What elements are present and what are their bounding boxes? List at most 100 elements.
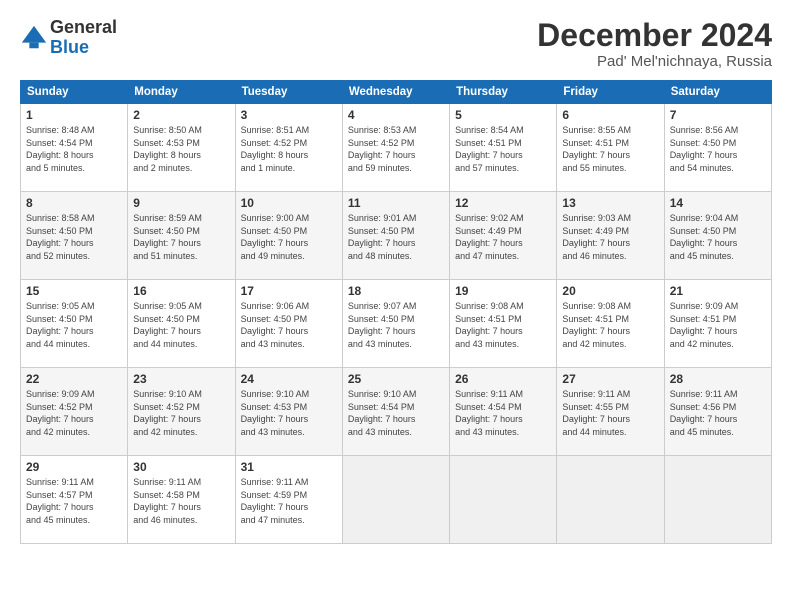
day-cell: 14 Sunrise: 9:04 AM Sunset: 4:50 PM Dayli…: [664, 192, 771, 280]
day-number: 28: [670, 372, 766, 386]
day-info: Sunrise: 9:10 AM Sunset: 4:53 PM Dayligh…: [241, 388, 337, 438]
day-cell: 7Sunrise: 8:56 AM Sunset: 4:50 PM Daylig…: [664, 104, 771, 192]
calendar-title: December 2024: [537, 18, 772, 53]
day-number: 16: [133, 284, 229, 298]
header-row: SundayMondayTuesdayWednesdayThursdayFrid…: [21, 81, 772, 104]
col-header-friday: Friday: [557, 81, 664, 104]
title-block: December 2024 Pad' Mel'nichnaya, Russia: [537, 18, 772, 70]
day-info: Sunrise: 9:06 AM Sunset: 4:50 PM Dayligh…: [241, 300, 337, 350]
day-info: Sunrise: 9:05 AM Sunset: 4:50 PM Dayligh…: [133, 300, 229, 350]
day-info: Sunrise: 9:11 AM Sunset: 4:56 PM Dayligh…: [670, 388, 766, 438]
day-number: 4: [348, 108, 444, 122]
day-number: 8: [26, 196, 122, 210]
day-cell: 18 Sunrise: 9:07 AM Sunset: 4:50 PM Dayli…: [342, 280, 449, 368]
week-row-4: 22Sunrise: 9:09 AM Sunset: 4:52 PM Dayli…: [21, 368, 772, 456]
day-info: Sunrise: 8:48 AM Sunset: 4:54 PM Dayligh…: [26, 124, 122, 174]
logo-icon: [20, 24, 48, 52]
day-number: 12: [455, 196, 551, 210]
day-cell: 8 Sunrise: 8:58 AM Sunset: 4:50 PM Daylig…: [21, 192, 128, 280]
day-number: 27: [562, 372, 658, 386]
day-info: Sunrise: 8:55 AM Sunset: 4:51 PM Dayligh…: [562, 124, 658, 174]
day-cell: 24Sunrise: 9:10 AM Sunset: 4:53 PM Dayli…: [235, 368, 342, 456]
day-cell: 19Sunrise: 9:08 AM Sunset: 4:51 PM Dayli…: [450, 280, 557, 368]
day-cell: 1 Sunrise: 8:48 AM Sunset: 4:54 PM Daylig…: [21, 104, 128, 192]
col-header-saturday: Saturday: [664, 81, 771, 104]
day-number: 23: [133, 372, 229, 386]
week-row-1: 1 Sunrise: 8:48 AM Sunset: 4:54 PM Daylig…: [21, 104, 772, 192]
day-cell: 30 Sunrise: 9:11 AM Sunset: 4:58 PM Dayli…: [128, 456, 235, 544]
day-info: Sunrise: 8:50 AM Sunset: 4:53 PM Dayligh…: [133, 124, 229, 174]
day-info: Sunrise: 9:11 AM Sunset: 4:55 PM Dayligh…: [562, 388, 658, 438]
day-cell: 22Sunrise: 9:09 AM Sunset: 4:52 PM Dayli…: [21, 368, 128, 456]
day-number: 30: [133, 460, 229, 474]
day-number: 15: [26, 284, 122, 298]
day-cell: 13Sunrise: 9:03 AM Sunset: 4:49 PM Dayli…: [557, 192, 664, 280]
day-cell: 3 Sunrise: 8:51 AM Sunset: 4:52 PM Daylig…: [235, 104, 342, 192]
day-number: 10: [241, 196, 337, 210]
calendar-subtitle: Pad' Mel'nichnaya, Russia: [537, 53, 772, 70]
day-info: Sunrise: 9:03 AM Sunset: 4:49 PM Dayligh…: [562, 212, 658, 262]
col-header-thursday: Thursday: [450, 81, 557, 104]
day-info: Sunrise: 8:58 AM Sunset: 4:50 PM Dayligh…: [26, 212, 122, 262]
day-number: 29: [26, 460, 122, 474]
day-cell: 27 Sunrise: 9:11 AM Sunset: 4:55 PM Dayli…: [557, 368, 664, 456]
day-cell: 12Sunrise: 9:02 AM Sunset: 4:49 PM Dayli…: [450, 192, 557, 280]
day-info: Sunrise: 9:07 AM Sunset: 4:50 PM Dayligh…: [348, 300, 444, 350]
day-cell: 25 Sunrise: 9:10 AM Sunset: 4:54 PM Dayli…: [342, 368, 449, 456]
day-number: 9: [133, 196, 229, 210]
day-cell: 29 Sunrise: 9:11 AM Sunset: 4:57 PM Dayli…: [21, 456, 128, 544]
day-number: 11: [348, 196, 444, 210]
day-number: 18: [348, 284, 444, 298]
day-cell: 4Sunrise: 8:53 AM Sunset: 4:52 PM Daylig…: [342, 104, 449, 192]
page: General Blue December 2024 Pad' Mel'nich…: [0, 0, 792, 612]
day-cell: 31 Sunrise: 9:11 AM Sunset: 4:59 PM Dayli…: [235, 456, 342, 544]
day-number: 25: [348, 372, 444, 386]
day-cell: 11 Sunrise: 9:01 AM Sunset: 4:50 PM Dayli…: [342, 192, 449, 280]
day-cell: 6 Sunrise: 8:55 AM Sunset: 4:51 PM Daylig…: [557, 104, 664, 192]
day-cell: 9 Sunrise: 8:59 AM Sunset: 4:50 PM Daylig…: [128, 192, 235, 280]
day-info: Sunrise: 9:09 AM Sunset: 4:51 PM Dayligh…: [670, 300, 766, 350]
day-info: Sunrise: 9:04 AM Sunset: 4:50 PM Dayligh…: [670, 212, 766, 262]
day-number: 20: [562, 284, 658, 298]
day-cell: [342, 456, 449, 544]
day-cell: [557, 456, 664, 544]
day-cell: 17 Sunrise: 9:06 AM Sunset: 4:50 PM Dayli…: [235, 280, 342, 368]
day-number: 26: [455, 372, 551, 386]
day-number: 19: [455, 284, 551, 298]
day-info: Sunrise: 9:09 AM Sunset: 4:52 PM Dayligh…: [26, 388, 122, 438]
day-info: Sunrise: 8:51 AM Sunset: 4:52 PM Dayligh…: [241, 124, 337, 174]
day-cell: 26 Sunrise: 9:11 AM Sunset: 4:54 PM Dayli…: [450, 368, 557, 456]
day-info: Sunrise: 8:59 AM Sunset: 4:50 PM Dayligh…: [133, 212, 229, 262]
col-header-tuesday: Tuesday: [235, 81, 342, 104]
day-cell: 5 Sunrise: 8:54 AM Sunset: 4:51 PM Daylig…: [450, 104, 557, 192]
day-info: Sunrise: 8:54 AM Sunset: 4:51 PM Dayligh…: [455, 124, 551, 174]
day-number: 31: [241, 460, 337, 474]
day-info: Sunrise: 9:10 AM Sunset: 4:54 PM Dayligh…: [348, 388, 444, 438]
day-number: 17: [241, 284, 337, 298]
day-cell: 20Sunrise: 9:08 AM Sunset: 4:51 PM Dayli…: [557, 280, 664, 368]
day-info: Sunrise: 9:11 AM Sunset: 4:59 PM Dayligh…: [241, 476, 337, 526]
day-info: Sunrise: 9:01 AM Sunset: 4:50 PM Dayligh…: [348, 212, 444, 262]
day-number: 1: [26, 108, 122, 122]
day-info: Sunrise: 9:05 AM Sunset: 4:50 PM Dayligh…: [26, 300, 122, 350]
day-number: 14: [670, 196, 766, 210]
week-row-3: 15 Sunrise: 9:05 AM Sunset: 4:50 PM Dayli…: [21, 280, 772, 368]
day-cell: 15 Sunrise: 9:05 AM Sunset: 4:50 PM Dayli…: [21, 280, 128, 368]
day-number: 5: [455, 108, 551, 122]
day-cell: 10Sunrise: 9:00 AM Sunset: 4:50 PM Dayli…: [235, 192, 342, 280]
col-header-monday: Monday: [128, 81, 235, 104]
day-info: Sunrise: 9:11 AM Sunset: 4:54 PM Dayligh…: [455, 388, 551, 438]
col-header-wednesday: Wednesday: [342, 81, 449, 104]
day-number: 6: [562, 108, 658, 122]
day-cell: 16 Sunrise: 9:05 AM Sunset: 4:50 PM Dayli…: [128, 280, 235, 368]
day-number: 2: [133, 108, 229, 122]
day-cell: 28 Sunrise: 9:11 AM Sunset: 4:56 PM Dayli…: [664, 368, 771, 456]
day-info: Sunrise: 9:11 AM Sunset: 4:57 PM Dayligh…: [26, 476, 122, 526]
day-info: Sunrise: 8:56 AM Sunset: 4:50 PM Dayligh…: [670, 124, 766, 174]
day-cell: [664, 456, 771, 544]
day-number: 21: [670, 284, 766, 298]
day-number: 3: [241, 108, 337, 122]
day-cell: 23Sunrise: 9:10 AM Sunset: 4:52 PM Dayli…: [128, 368, 235, 456]
logo-text: General Blue: [50, 18, 117, 58]
day-info: Sunrise: 9:11 AM Sunset: 4:58 PM Dayligh…: [133, 476, 229, 526]
